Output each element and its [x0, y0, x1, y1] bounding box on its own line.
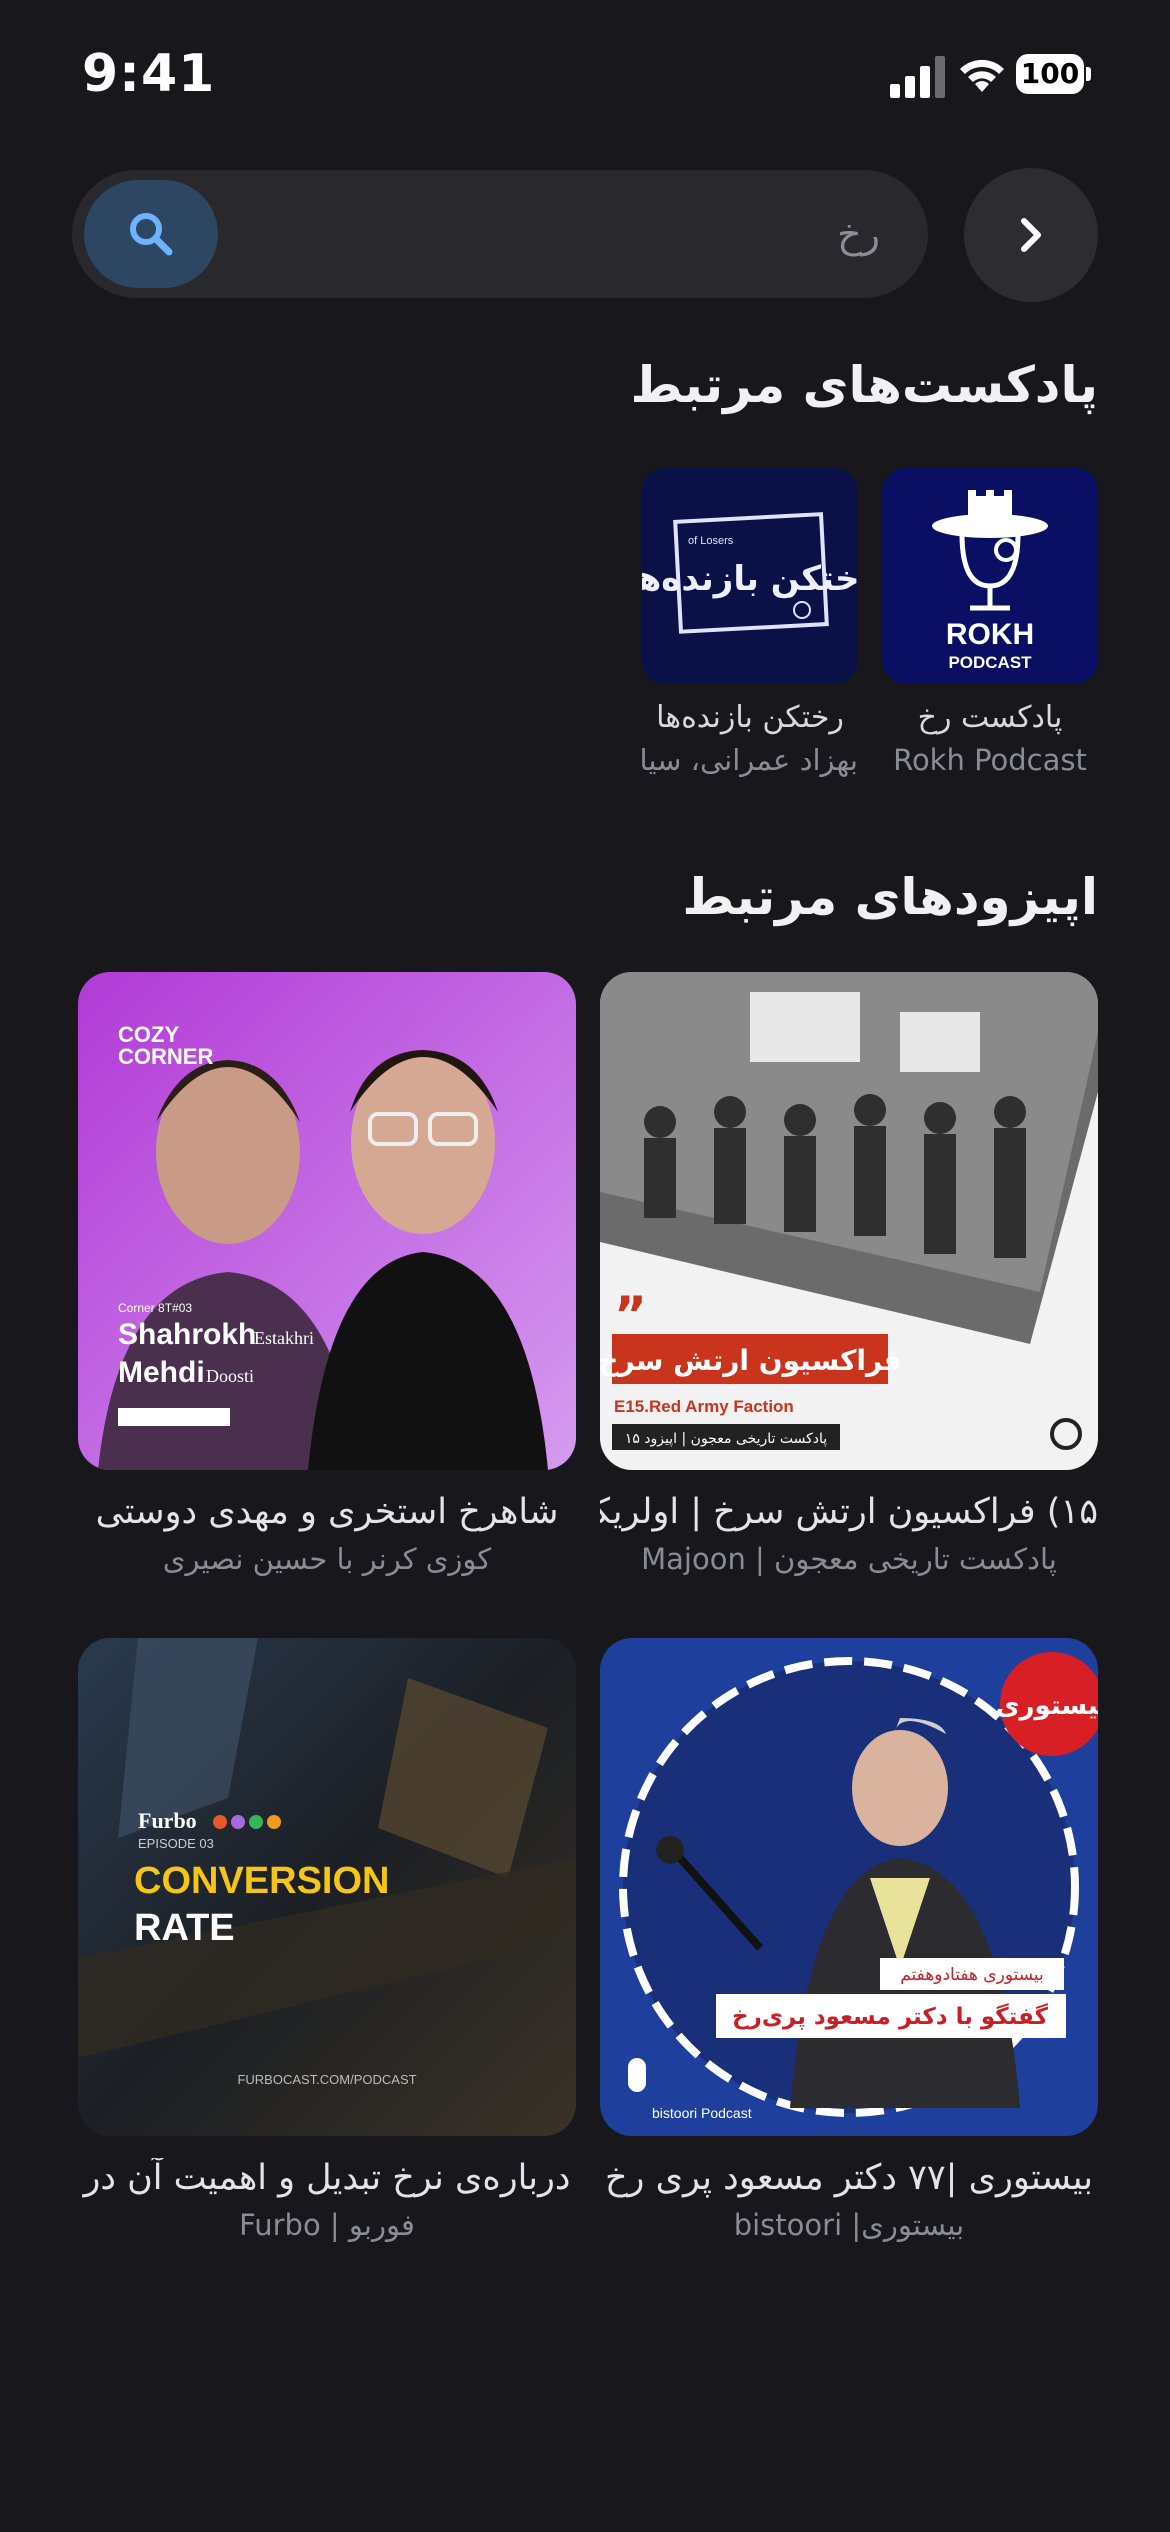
episode-banner: فراکسیون ارتش سرخ — [600, 1344, 902, 1377]
rakhtkan-small-text: of Losers — [688, 535, 734, 547]
podcast-card-rakhtkan[interactable]: of Losers رختکن بازنده‌ها رختکن بازنده‌ه… — [642, 468, 858, 777]
podcast-cover-rakhtkan: of Losers رختکن بازنده‌ها — [642, 468, 858, 684]
episode-title: ۱۵) فراکسیون ارتش سرخ | اولریکه — [600, 1492, 1098, 1532]
rokh-logo-subtext: PODCAST — [948, 653, 1032, 672]
episode-podcast: پادکست تاریخی معجون | Majoon — [641, 1542, 1057, 1576]
episode-code: E15.Red Army Faction — [614, 1397, 794, 1416]
episode-card-bistoori[interactable]: بیستوری بیستوری هفتادوهفتم گفتگو با دکتر… — [600, 1638, 1098, 2242]
podcast-name: رختکن بازنده‌ها — [656, 700, 844, 735]
rakhtkan-logo-text: رختکن بازنده‌ها — [642, 559, 858, 599]
related-podcasts-title: پادکست‌های مرتبط — [630, 356, 1098, 414]
episode-title: بیستوری |۷۷ دکتر مسعود پری رخ — [604, 2158, 1094, 2198]
cozy-logo-2: CORNER — [118, 1044, 213, 1069]
bistoori-brand: bistoori Podcast — [652, 2105, 752, 2121]
wifi-icon — [960, 59, 1004, 92]
episode-cover-bistoori: بیستوری بیستوری هفتادوهفتم گفتگو با دکتر… — [600, 1638, 1098, 2136]
episode-foot: پادکست تاریخی معجون | اپیزود ۱۵ — [625, 1431, 827, 1447]
podcast-cover-rokh: ROKH PODCAST — [882, 468, 1098, 684]
episode-cover-furbo: Furbo EPISODE 03 CONVERSION RATE FURBOCA… — [78, 1638, 576, 2136]
episode-title: شاهرخ استخری و مهدی دوستی — [95, 1492, 559, 1532]
forward-button[interactable] — [964, 168, 1098, 302]
cozy-episode-code: Corner 8T#03 — [118, 1301, 192, 1315]
search-icon — [130, 213, 173, 256]
episode-card-furbo[interactable]: Furbo EPISODE 03 CONVERSION RATE FURBOCA… — [78, 1638, 576, 2242]
furbo-episode: EPISODE 03 — [138, 1836, 214, 1851]
episode-podcast: کوزی کرنر با حسین نصیری — [162, 1542, 492, 1576]
episode-cover-cozy-corner: COZY CORNER Corner 8T#03 Shahrokh Estakh… — [78, 972, 576, 1470]
bistoori-badge: بیستوری — [996, 1691, 1098, 1721]
battery-level: 100 — [1016, 54, 1084, 94]
furbo-line1: CONVERSION — [134, 1860, 389, 1902]
status-bar: 9:41 100 — [0, 0, 1170, 150]
episode-card-cozy-corner[interactable]: COZY CORNER Corner 8T#03 Shahrokh Estakh… — [78, 972, 576, 1576]
furbo-line2: RATE — [134, 1907, 235, 1949]
guest2-first: Mehdi — [118, 1356, 205, 1389]
caption-top: بیستوری هفتادوهفتم — [900, 1965, 1044, 1985]
status-time: 9:41 — [82, 44, 216, 104]
battery-indicator: 100 — [1016, 54, 1092, 96]
podcast-author: Rokh Podcast — [893, 743, 1087, 777]
episode-card-majoon[interactable]: ” فراکسیون ارتش سرخ E15.Red Army Faction… — [600, 972, 1098, 1576]
cellular-signal-icon — [890, 56, 945, 98]
caption-main: گفتگو با دکتر مسعود پری‌رخ — [732, 2003, 1049, 2030]
search-input[interactable]: رخ — [837, 170, 880, 298]
episode-podcast: بیستوری| bistoori — [733, 2208, 965, 2242]
guest1-last: Estakhri — [254, 1328, 314, 1348]
rokh-logo-text: ROKH — [946, 618, 1034, 651]
podcast-author: بهزاد عمرانی، سیاوش — [642, 743, 858, 777]
related-episodes-title: اپیزودهای مرتبط — [682, 868, 1098, 926]
chevron-right-icon — [1021, 218, 1041, 252]
guest2-last: Doosti — [206, 1366, 254, 1386]
episode-title: درباره‌ی نرخ تبدیل و اهمیت آن در — [83, 2158, 571, 2198]
podcast-card-rokh[interactable]: ROKH PODCAST پادکست رخ Rokh Podcast — [882, 468, 1098, 777]
episode-cover-majoon: ” فراکسیون ارتش سرخ E15.Red Army Faction… — [600, 972, 1098, 1470]
search-button[interactable] — [84, 180, 218, 288]
search-bar[interactable]: رخ — [72, 170, 928, 298]
episode-podcast: فوربو | Furbo — [239, 2208, 415, 2242]
guest1-first: Shahrokh — [118, 1318, 256, 1351]
podcast-name: پادکست رخ — [917, 700, 1063, 735]
furbo-brand: Furbo — [138, 1808, 197, 1833]
furbo-footer: FURBOCAST.COM/PODCAST — [237, 2072, 416, 2087]
